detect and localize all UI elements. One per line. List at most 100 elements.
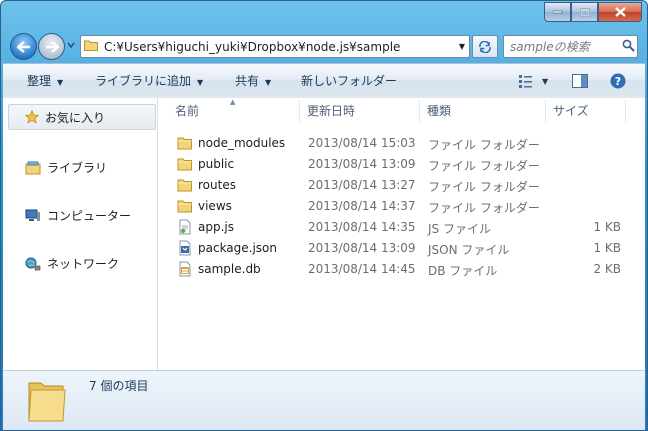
new-folder-button[interactable]: 新しいフォルダー <box>301 64 397 98</box>
column-header-date[interactable]: 更新日時 <box>307 98 355 124</box>
search-icon[interactable] <box>622 39 635 55</box>
nav-item-favorites[interactable]: お気に入り <box>8 104 156 130</box>
address-dropdown-icon[interactable]: ▼ <box>455 42 469 51</box>
content-area: お気に入り ライブラリ コンピューター ネットワーク 名前 ▲ 更新日時 種類 … <box>3 98 645 370</box>
help-button[interactable]: ? <box>610 72 626 90</box>
share-button[interactable]: 共有 ▼ <box>235 64 271 98</box>
nav-item-network[interactable]: ネットワーク <box>25 255 119 272</box>
folder-icon <box>177 177 193 196</box>
address-row: C:¥Users¥higuchi_yuki¥Dropbox¥node.js¥sa… <box>1 27 647 63</box>
maximize-button[interactable] <box>571 2 598 22</box>
share-label: 共有 <box>235 74 260 88</box>
file-type: ファイル フォルダー <box>428 138 540 152</box>
view-options-button[interactable]: ▼ <box>518 72 548 90</box>
arrow-left-icon <box>16 40 30 53</box>
folder-icon <box>27 377 67 428</box>
back-button[interactable] <box>10 33 37 60</box>
close-icon <box>614 7 626 17</box>
close-button[interactable] <box>598 2 642 22</box>
minimize-button[interactable] <box>544 2 571 22</box>
db-file-icon <box>177 261 193 280</box>
refresh-button[interactable] <box>472 35 498 58</box>
nav-favorites-label: お気に入り <box>45 110 106 125</box>
nav-libraries-label: ライブラリ <box>47 161 108 175</box>
file-type: DB ファイル <box>428 264 498 278</box>
item-count: 7 個の項目 <box>89 379 149 393</box>
file-name: public <box>198 157 235 171</box>
chevron-down-icon: ▼ <box>542 76 549 86</box>
file-date: 2013/08/14 14:35 <box>308 220 416 234</box>
preview-pane-icon <box>572 74 588 88</box>
search-input[interactable] <box>510 39 618 54</box>
file-list-pane: 名前 ▲ 更新日時 種類 サイズ node_modules 2013/08/14… <box>159 98 645 370</box>
file-type: ファイル フォルダー <box>428 201 540 215</box>
file-date: 2013/08/14 13:09 <box>308 241 416 255</box>
caption-buttons <box>544 2 642 22</box>
file-row[interactable]: routes 2013/08/14 13:27 ファイル フォルダー <box>173 175 641 196</box>
sort-ascending-icon: ▲ <box>230 98 236 106</box>
chevron-down-icon: ▼ <box>197 78 204 87</box>
maximize-icon <box>579 7 590 17</box>
file-row[interactable]: sample.db 2013/08/14 14:45 DB ファイル 2 KB <box>173 259 641 280</box>
column-divider[interactable] <box>545 100 546 122</box>
preview-pane-button[interactable] <box>572 72 588 90</box>
recent-pages-dropdown[interactable] <box>67 41 75 49</box>
file-name: views <box>198 199 232 213</box>
view-options-icon <box>519 75 532 88</box>
file-name: package.json <box>198 241 278 255</box>
file-row[interactable]: package.json 2013/08/14 13:09 JSON ファイル … <box>173 238 641 259</box>
file-name: sample.db <box>198 262 261 276</box>
file-row[interactable]: app.js 2013/08/14 14:35 JS ファイル 1 KB <box>173 217 641 238</box>
column-header-size[interactable]: サイズ <box>553 98 589 124</box>
file-name: app.js <box>198 220 234 234</box>
folder-icon <box>177 198 193 217</box>
add-to-library-button[interactable]: ライブラリに追加 ▼ <box>95 64 203 98</box>
folder-icon <box>84 39 98 54</box>
refresh-icon <box>479 40 491 53</box>
address-path[interactable]: C:¥Users¥higuchi_yuki¥Dropbox¥node.js¥sa… <box>104 40 455 54</box>
command-bar: 整理 ▼ ライブラリに追加 ▼ 共有 ▼ 新しいフォルダー ▼ ? <box>3 63 645 99</box>
nav-item-libraries[interactable]: ライブラリ <box>25 159 107 176</box>
file-date: 2013/08/14 13:27 <box>308 178 416 192</box>
explorer-window: C:¥Users¥higuchi_yuki¥Dropbox¥node.js¥sa… <box>0 0 648 431</box>
column-header-type[interactable]: 種類 <box>427 98 451 124</box>
json-file-icon <box>177 240 193 259</box>
file-row[interactable]: views 2013/08/14 14:37 ファイル フォルダー <box>173 196 641 217</box>
file-date: 2013/08/14 13:09 <box>308 157 416 171</box>
column-header-name[interactable]: 名前 <box>175 98 199 124</box>
file-size: 1 KB <box>593 220 621 234</box>
network-icon <box>25 257 41 271</box>
chevron-down-icon: ▼ <box>265 78 272 87</box>
file-size: 2 KB <box>593 262 621 276</box>
column-divider[interactable] <box>625 100 626 122</box>
details-pane: 7 個の項目 <box>3 370 645 430</box>
column-divider[interactable] <box>419 100 420 122</box>
navigation-pane: お気に入り ライブラリ コンピューター ネットワーク <box>3 98 158 370</box>
nav-computer-label: コンピューター <box>47 209 132 223</box>
chevron-down-icon: ▼ <box>57 78 64 87</box>
minimize-icon <box>552 10 562 14</box>
address-bar[interactable]: C:¥Users¥higuchi_yuki¥Dropbox¥node.js¥sa… <box>80 35 470 58</box>
search-box[interactable] <box>503 35 638 58</box>
help-icon: ? <box>610 73 626 89</box>
library-icon <box>25 161 41 175</box>
forward-button[interactable] <box>38 33 65 60</box>
nav-item-computer[interactable]: コンピューター <box>25 207 131 224</box>
column-header: 名前 ▲ 更新日時 種類 サイズ <box>159 98 645 124</box>
add-to-library-label: ライブラリに追加 <box>95 74 192 88</box>
new-folder-label: 新しいフォルダー <box>301 74 398 88</box>
nav-network-label: ネットワーク <box>47 257 120 271</box>
organize-label: 整理 <box>27 74 52 88</box>
file-type: JS ファイル <box>428 222 491 236</box>
file-name: routes <box>198 178 236 192</box>
star-icon <box>25 110 39 124</box>
file-name: node_modules <box>198 136 286 150</box>
file-type: ファイル フォルダー <box>428 180 540 194</box>
file-row[interactable]: node_modules 2013/08/14 15:03 ファイル フォルダー <box>173 133 641 154</box>
organize-button[interactable]: 整理 ▼ <box>27 64 63 98</box>
js-file-icon <box>177 219 193 238</box>
file-type: JSON ファイル <box>428 243 510 257</box>
column-divider[interactable] <box>299 100 300 122</box>
file-row[interactable]: public 2013/08/14 13:09 ファイル フォルダー <box>173 154 641 175</box>
file-type: ファイル フォルダー <box>428 159 540 173</box>
